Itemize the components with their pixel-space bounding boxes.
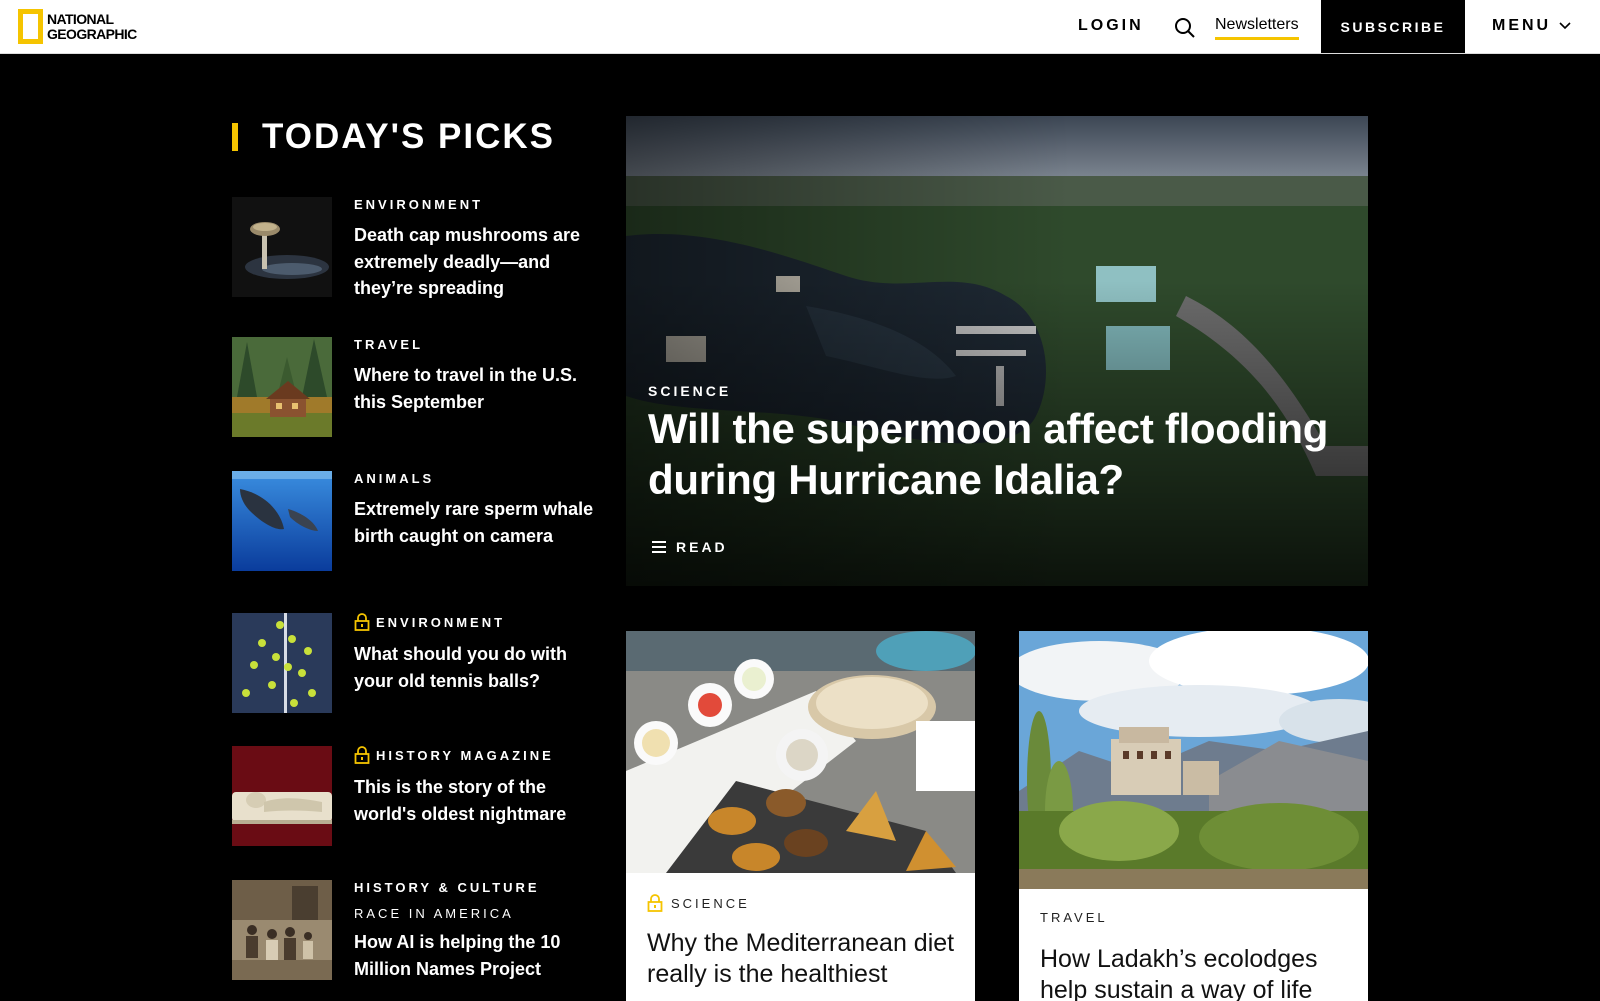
historic-family-photo [232,880,332,980]
pick-headline[interactable]: Extremely rare sperm whale birth caught … [354,496,594,549]
hero-story[interactable]: SCIENCE Will the supermoon affect floodi… [626,116,1368,586]
sperm-whale-photo [232,471,332,571]
pick-headline[interactable]: What should you do with your old tennis … [354,641,594,694]
pick-headline[interactable]: This is the story of the world's oldest … [354,774,594,827]
card-category: SCIENCE [647,894,750,912]
search-icon[interactable] [1174,17,1196,39]
article-lines-icon [652,541,666,553]
menu-button[interactable]: MENU [1492,17,1571,35]
pick-headline[interactable]: How AI is helping the 10 Million Names P… [354,929,594,982]
ladakh-monastery-photo [1019,631,1368,889]
carved-relief-photo [232,746,332,846]
tennis-balls-photo [232,613,332,713]
todays-picks-heading: TODAY'S PICKS [262,117,556,156]
logo-line-2: GEOGRAPHIC [47,25,137,42]
aerial-coastal-town-photo [626,116,1368,586]
pick-category: ENVIRONMENT [354,197,484,212]
list-item[interactable]: HISTORY & CULTURE RACE IN AMERICA How AI… [232,880,592,990]
natgeo-logo[interactable]: NATIONAL GEOGRAPHIC [18,9,137,44]
read-button[interactable]: READ [652,539,728,555]
card-headline[interactable]: Why the Mediterranean diet really is the… [647,928,957,990]
read-label: READ [676,539,728,555]
list-item[interactable]: ANIMALS Extremely rare sperm whale birth… [232,471,594,581]
pick-category: ANIMALS [354,471,435,486]
login-link[interactable]: LOGIN [1078,17,1144,35]
logo-wordmark: NATIONAL GEOGRAPHIC [47,10,137,42]
list-item[interactable]: ENVIRONMENT What should you do with your… [232,613,592,713]
site-header: NATIONAL GEOGRAPHIC LOGIN Newsletters SU… [0,0,1600,54]
story-card[interactable]: SCIENCE Why the Mediterranean diet reall… [626,631,975,1001]
newsletters-link[interactable]: Newsletters [1215,16,1299,40]
lock-icon [354,746,370,764]
section-title: TODAY'S PICKS [232,117,555,157]
pick-category: ENVIRONMENT [354,613,594,631]
card-category: TRAVEL [1040,910,1108,925]
yellow-border-logo-icon [18,9,43,44]
hero-headline[interactable]: Will the supermoon affect flooding durin… [648,403,1348,505]
subscribe-button[interactable]: SUBSCRIBE [1321,0,1465,53]
accent-bar [232,123,238,151]
lock-icon [647,894,663,912]
pick-category: HISTORY MAGAZINE [354,746,594,764]
menu-label: MENU [1492,17,1552,34]
pick-category: HISTORY & CULTURE [354,880,540,895]
hero-category: SCIENCE [648,383,732,399]
list-item[interactable]: HISTORY MAGAZINE This is the story of th… [232,746,592,846]
mediterranean-food-photo [626,631,975,873]
cabin-forest-photo [232,337,332,437]
story-card[interactable]: TRAVEL How Ladakh’s ecolodges help susta… [1019,631,1368,1001]
list-item[interactable]: ENVIRONMENT Death cap mushrooms are extr… [232,197,592,307]
list-item[interactable]: TRAVEL Where to travel in the U.S. this … [232,337,592,437]
pick-category: TRAVEL [354,337,424,352]
pick-subcategory: RACE IN AMERICA [354,906,514,921]
card-headline[interactable]: How Ladakh’s ecolodges help sustain a wa… [1040,944,1350,1001]
chevron-down-icon [1559,22,1571,30]
pick-headline[interactable]: Where to travel in the U.S. this Septemb… [354,362,594,415]
logo-line-1: NATIONAL [47,10,114,27]
pick-headline[interactable]: Death cap mushrooms are extremely deadly… [354,222,594,302]
mushroom-photo [232,197,332,297]
lock-icon [354,613,370,631]
